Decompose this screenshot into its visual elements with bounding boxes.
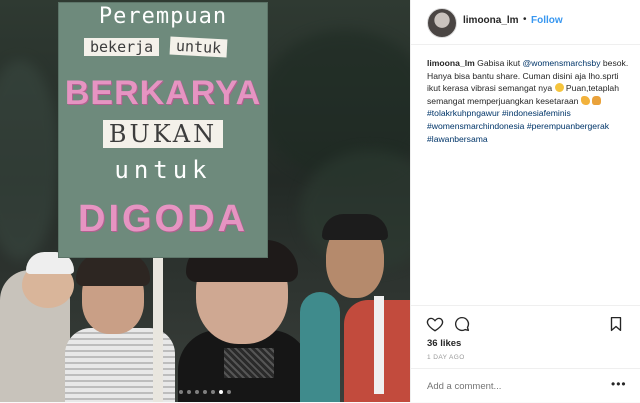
header-separator: • <box>523 14 527 25</box>
sign-word-untuk-1: untuk <box>169 36 228 58</box>
background-foliage <box>0 60 60 260</box>
comment-input[interactable] <box>427 381 597 392</box>
sign-word-bekerja: bekerja <box>84 38 160 56</box>
carousel-dot[interactable] <box>179 390 183 394</box>
flexed-biceps-emoji-icon <box>580 95 590 105</box>
hashtag-link[interactable]: #perempuanbergerak <box>527 121 609 131</box>
raising-hand-emoji-icon <box>592 95 602 105</box>
hashtag-link[interactable]: #indonesiafeminis <box>502 108 571 118</box>
lace-collar <box>224 348 274 378</box>
post-sidebar: limoona_lm • Follow limoona_lm Gabisa ik… <box>410 0 640 402</box>
heart-icon[interactable] <box>426 315 444 333</box>
like-count[interactable]: 36 likes <box>427 338 461 349</box>
caption-username[interactable]: limoona_lm <box>427 58 475 68</box>
sign-row-bekerja-untuk: bekerja untuk <box>58 36 268 58</box>
hashtag-link[interactable]: #womensmarchindonesia <box>427 121 524 131</box>
backpack-strap <box>374 296 384 394</box>
protest-sign: Perempuan bekerja untuk BERKARYA BUKAN u… <box>58 2 268 258</box>
carousel-dot[interactable] <box>203 390 207 394</box>
sign-word-perempuan: Perempuan <box>98 4 228 29</box>
carousel-dot[interactable] <box>219 390 223 394</box>
follow-button[interactable]: Follow <box>531 15 563 26</box>
bookmark-icon[interactable] <box>607 315 625 333</box>
comment-bar: ••• <box>411 368 640 403</box>
post-header: limoona_lm • Follow <box>411 0 640 45</box>
carousel-dot[interactable] <box>227 390 231 394</box>
carousel-dot[interactable] <box>195 390 199 394</box>
carousel-dot[interactable] <box>187 390 191 394</box>
carousel-indicator <box>0 390 410 394</box>
hashtag-link[interactable]: #tolakrkuhpngawur <box>427 108 500 118</box>
post-caption: limoona_lm Gabisa ikut @womensmarchsby b… <box>427 57 633 145</box>
hashtag-link[interactable]: #lawanbersama <box>427 134 488 144</box>
glasses-man-hair <box>322 214 388 240</box>
carousel-dot[interactable] <box>211 390 215 394</box>
heart-eyes-emoji-icon <box>554 83 564 93</box>
sign-word-untuk-2: untuk <box>114 156 212 184</box>
caption-mention[interactable]: @womensmarchsby <box>523 58 601 68</box>
comment-bubble-icon[interactable] <box>453 315 471 333</box>
action-bar <box>411 305 640 342</box>
sign-word-berkarya: BERKARYA <box>64 74 262 112</box>
header-username[interactable]: limoona_lm <box>463 15 519 26</box>
more-options-button[interactable]: ••• <box>611 377 627 391</box>
caption-text: Gabisa ikut <box>474 58 523 68</box>
sign-word-bukan: BUKAN <box>102 120 224 148</box>
post-timestamp[interactable]: 1 DAY AGO <box>427 354 465 361</box>
sign-pole <box>153 258 163 402</box>
sign-word-digoda: DIGODA <box>78 198 248 240</box>
teal-jacket-person <box>300 292 340 402</box>
instagram-post: Perempuan bekerja untuk BERKARYA BUKAN u… <box>0 0 640 402</box>
avatar[interactable] <box>427 8 457 38</box>
post-photo[interactable]: Perempuan bekerja untuk BERKARYA BUKAN u… <box>0 0 410 402</box>
sign-row-bukan: BUKAN <box>58 120 268 148</box>
